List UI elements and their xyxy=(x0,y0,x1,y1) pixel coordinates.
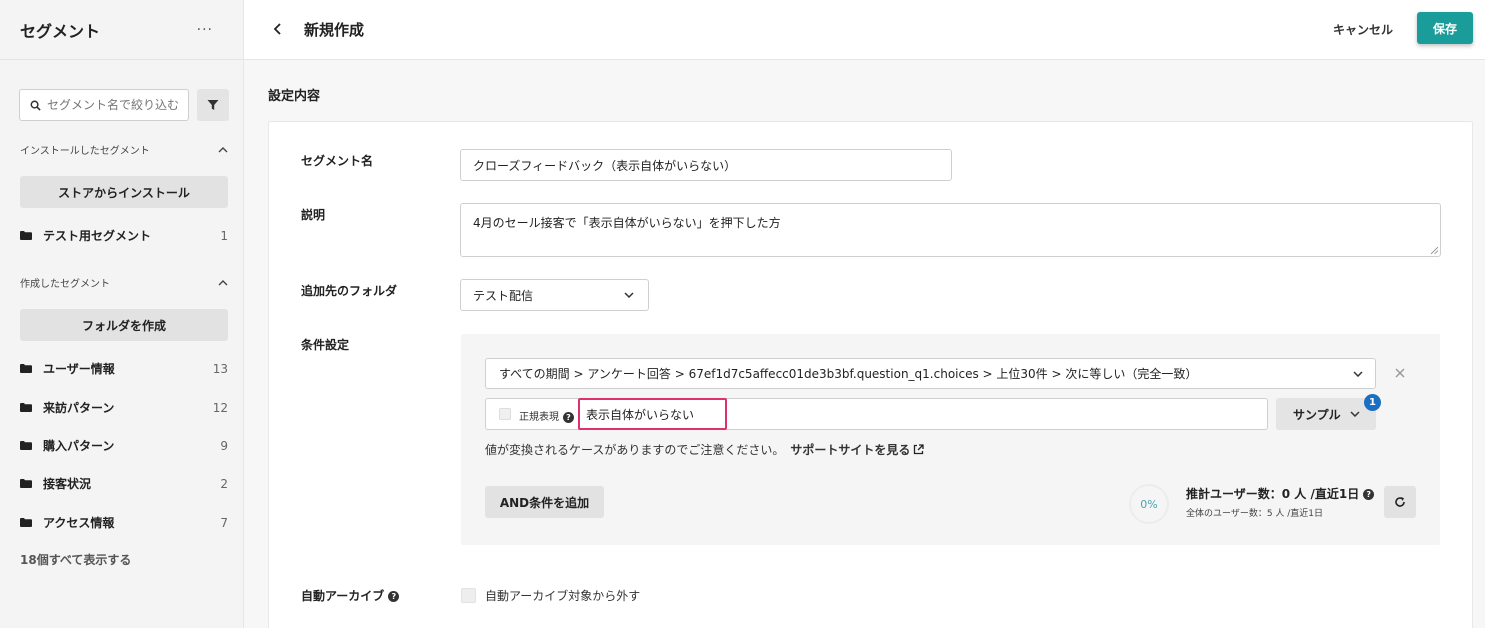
sidebar-item-test-segment[interactable]: テスト用セグメント 1 xyxy=(20,227,228,244)
sidebar: セグメント ··· インストールしたセグメント ストアからインストール テスト用… xyxy=(0,0,244,628)
save-button[interactable]: 保存 xyxy=(1417,12,1473,44)
close-icon[interactable] xyxy=(1395,368,1405,378)
created-section-header[interactable]: 作成したセグメント xyxy=(20,275,228,290)
create-folder-button[interactable]: フォルダを作成 xyxy=(20,309,228,341)
segment-name-input[interactable]: クローズフィードバック（表示自体がいらない） xyxy=(460,149,952,181)
chevron-up-icon xyxy=(218,146,228,152)
page-header: 新規作成 キャンセル 保存 xyxy=(244,0,1485,60)
help-icon[interactable]: ? xyxy=(388,591,400,602)
folder-icon xyxy=(20,231,32,240)
cancel-button[interactable]: キャンセル xyxy=(1333,21,1393,38)
segment-name-label: セグメント名 xyxy=(301,154,374,168)
folder-select-value: テスト配信 xyxy=(473,288,534,303)
store-install-button[interactable]: ストアからインストール xyxy=(20,176,228,208)
folder-icon xyxy=(20,364,32,373)
sidebar-header: セグメント ··· xyxy=(0,0,243,60)
condition-note: 値が変換されるケースがありますのでご注意ください。 サポートサイトを見る xyxy=(485,441,925,458)
filter-icon xyxy=(207,100,219,110)
chevron-down-icon xyxy=(1350,411,1360,417)
sidebar-item-label: 接客状況 xyxy=(43,477,92,491)
folder-label: 追加先のフォルダ xyxy=(301,284,398,298)
folder-icon xyxy=(20,441,32,450)
total-users: 全体のユーザー数：5 人 /直近1日 xyxy=(1186,509,1324,519)
help-icon[interactable]: ? xyxy=(1363,489,1375,500)
sample-count-badge: 1 xyxy=(1364,394,1381,411)
folder-icon xyxy=(20,479,32,488)
sidebar-item-label: ユーザー情報 xyxy=(43,362,115,376)
sidebar-item-purchase-pattern[interactable]: 購入パターン 9 xyxy=(20,437,228,454)
description-label: 説明 xyxy=(301,208,326,222)
help-icon[interactable]: ? xyxy=(563,411,574,423)
regex-checkbox[interactable] xyxy=(499,408,511,420)
sidebar-item-visit-pattern[interactable]: 来訪パターン 12 xyxy=(20,399,228,416)
sidebar-item-count: 2 xyxy=(220,476,228,491)
auto-archive-label-text: 自動アーカイブ xyxy=(301,589,385,603)
condition-select[interactable]: すべての期間 > アンケート回答 > 67ef1d7c5affecc01de3b… xyxy=(485,358,1376,389)
description-textarea[interactable]: 4月のセール接客で「表示自体がいらない」を押下した方 xyxy=(460,203,1441,257)
show-all-link[interactable]: 18個すべて表示する xyxy=(20,551,131,568)
page-title: 新規作成 xyxy=(304,21,365,39)
segment-search-field[interactable] xyxy=(19,89,189,121)
section-title: 設定内容 xyxy=(268,89,321,104)
auto-archive-option-label: 自動アーカイブ対象から外す xyxy=(485,589,641,603)
estimated-users-text: 推計ユーザー数：0 人 /直近1日 xyxy=(1186,487,1360,501)
regex-label-text: 正規表現 xyxy=(519,412,559,423)
resize-handle-icon[interactable] xyxy=(1431,247,1438,254)
condition-label: 条件設定 xyxy=(301,338,350,352)
refresh-icon xyxy=(1395,497,1405,507)
sidebar-item-count: 13 xyxy=(212,361,228,376)
sidebar-item-user-info[interactable]: ユーザー情報 13 xyxy=(20,360,228,377)
refresh-button[interactable] xyxy=(1384,486,1416,518)
segment-search-input[interactable] xyxy=(47,98,187,112)
chevron-down-icon xyxy=(624,292,634,298)
filter-button[interactable] xyxy=(197,89,229,121)
percentage-indicator: 0% xyxy=(1129,484,1169,524)
sidebar-item-count: 9 xyxy=(220,438,228,453)
installed-section-label: インストールしたセグメント xyxy=(20,146,150,157)
sidebar-search-row xyxy=(19,89,229,121)
description-text: 4月のセール接客で「表示自体がいらない」を押下した方 xyxy=(473,216,781,230)
sidebar-item-label: 来訪パターン xyxy=(43,401,115,415)
auto-archive-checkbox[interactable] xyxy=(461,588,476,603)
sidebar-item-count: 7 xyxy=(220,515,228,530)
support-site-link[interactable]: サポートサイトを見る xyxy=(790,443,910,457)
condition-note-text: 値が変換されるケースがありますのでご注意ください。 xyxy=(485,443,785,457)
folder-icon xyxy=(20,518,32,527)
back-arrow-icon[interactable] xyxy=(272,22,284,36)
condition-value-input[interactable]: 表示自体がいらない xyxy=(578,398,727,430)
folder-select[interactable]: テスト配信 xyxy=(460,279,649,311)
sidebar-item-label: テスト用セグメント xyxy=(43,229,152,243)
search-icon xyxy=(30,100,41,111)
chevron-down-icon xyxy=(1353,371,1363,377)
sample-button-label: サンプル xyxy=(1293,407,1341,422)
folder-icon xyxy=(20,403,32,412)
sidebar-item-label: 購入パターン xyxy=(43,439,115,453)
auto-archive-label: 自動アーカイブ? xyxy=(301,587,400,604)
sidebar-item-access-info[interactable]: アクセス情報 7 xyxy=(20,514,228,531)
regex-label: 正規表現? xyxy=(519,408,574,423)
sidebar-item-count: 1 xyxy=(220,228,228,243)
sidebar-item-engagement-status[interactable]: 接客状況 2 xyxy=(20,475,228,492)
created-section-label: 作成したセグメント xyxy=(20,279,110,290)
condition-value-row: 正規表現? 表示自体がいらない xyxy=(485,398,1268,430)
estimated-users: 推計ユーザー数：0 人 /直近1日? xyxy=(1186,485,1375,502)
chevron-up-icon xyxy=(218,279,228,285)
add-and-condition-button[interactable]: AND条件を追加 xyxy=(485,486,604,518)
sample-button[interactable]: サンプル xyxy=(1276,398,1376,430)
more-options-icon[interactable]: ··· xyxy=(197,22,213,38)
external-link-icon[interactable] xyxy=(913,444,925,455)
sidebar-item-count: 12 xyxy=(212,400,228,415)
sidebar-item-label: アクセス情報 xyxy=(43,516,115,530)
sidebar-title: セグメント xyxy=(20,21,101,41)
condition-select-value: すべての期間 > アンケート回答 > 67ef1d7c5affecc01de3b… xyxy=(499,367,1198,381)
installed-section-header[interactable]: インストールしたセグメント xyxy=(20,142,228,157)
